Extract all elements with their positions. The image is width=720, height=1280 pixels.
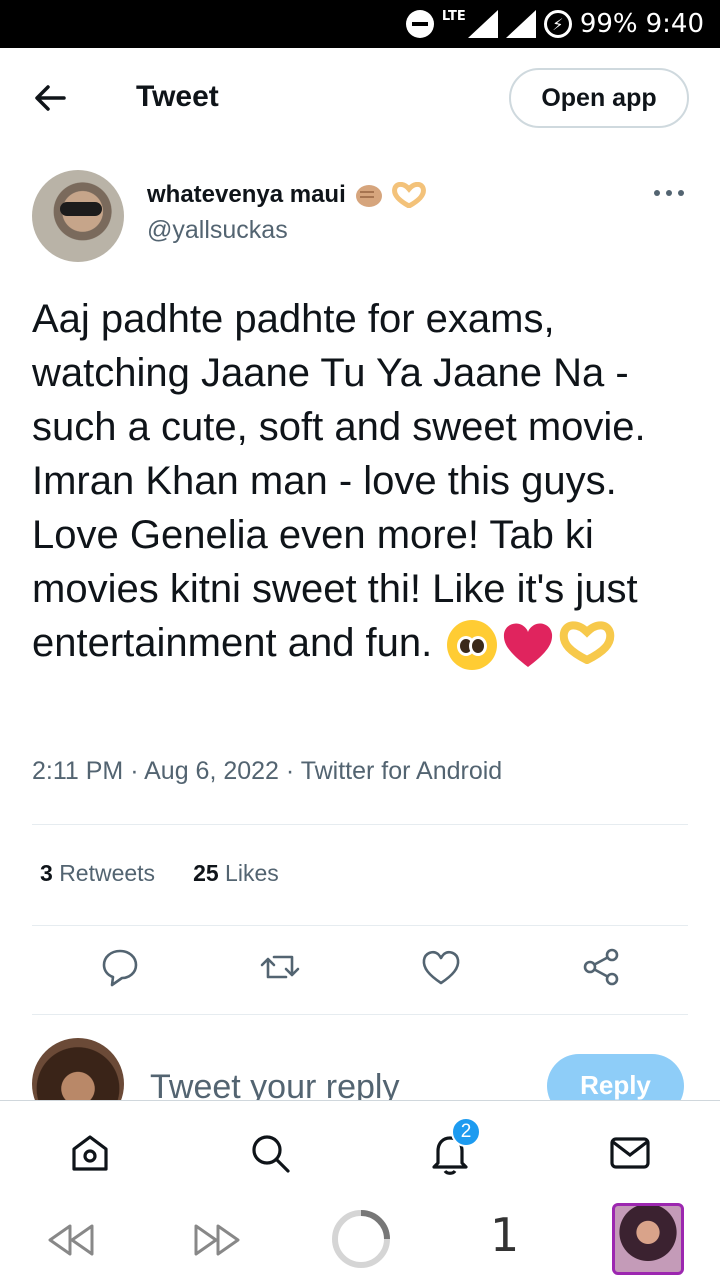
loading-spinner-icon: [332, 1210, 390, 1268]
meta-separator: ·: [285, 757, 295, 785]
battery-saver-icon: ⚡: [543, 10, 572, 38]
signal-icon-2: [505, 10, 536, 38]
retweet-icon: [260, 955, 300, 979]
more-options-button[interactable]: [654, 178, 686, 208]
author-handle: @yallsuckas: [147, 216, 288, 244]
tab-count[interactable]: 1: [490, 1208, 519, 1262]
back-arrow-icon: [35, 85, 66, 111]
like-icon: [422, 950, 460, 985]
pleading-face-emoji: [447, 620, 498, 671]
search-icon: [252, 1135, 290, 1173]
tweet-text: Aaj padhte padhte for exams, watching Ja…: [32, 292, 692, 671]
author-avatar[interactable]: [32, 170, 124, 262]
back-button[interactable]: [30, 78, 70, 118]
divider: [32, 824, 688, 825]
reload-button[interactable]: [330, 1208, 392, 1275]
author-name-row[interactable]: whatevenya maui: [147, 180, 426, 210]
likes-stat[interactable]: 25 Likes: [193, 860, 279, 887]
top-header: Tweet Open app: [0, 48, 720, 148]
clock: 9:40: [645, 9, 704, 39]
tweet-body: Aaj padhte padhte for exams, watching Ja…: [32, 297, 646, 665]
open-app-button[interactable]: Open app: [509, 68, 689, 128]
reply-button[interactable]: [98, 945, 142, 989]
bottom-navigation: [0, 1101, 720, 1201]
share-icon: [583, 948, 619, 986]
browser-back-button[interactable]: [46, 1218, 98, 1267]
tweet-stats: 3 Retweets 25 Likes: [40, 860, 279, 887]
battery-level: 99%: [579, 9, 638, 39]
heart-hands-emoji: [560, 621, 615, 665]
tweet-source[interactable]: Twitter for Android: [301, 757, 502, 785]
tweet-actions: [0, 945, 720, 995]
home-icon: [72, 1135, 108, 1171]
do-not-disturb-icon: [405, 10, 434, 38]
divider: [32, 1014, 688, 1015]
messages-icon: [610, 1137, 650, 1169]
profile-thumbnail[interactable]: [612, 1203, 684, 1275]
share-button[interactable]: [580, 945, 624, 989]
tweet-time: 2:11 PM: [32, 757, 124, 785]
like-button[interactable]: [419, 945, 463, 989]
fast-forward-icon: [194, 1224, 240, 1256]
heart-hands-emoji: [391, 182, 426, 208]
notification-badge: 2: [451, 1117, 481, 1147]
retweet-button[interactable]: [258, 945, 302, 989]
retweets-stat[interactable]: 3 Retweets: [40, 860, 155, 887]
nav-messages[interactable]: [606, 1129, 654, 1177]
nav-home[interactable]: [66, 1129, 114, 1177]
reply-icon: [102, 949, 138, 987]
fist-bump-emoji: [355, 185, 382, 207]
rewind-icon: [48, 1224, 94, 1256]
signal-icon: [467, 10, 498, 38]
nav-search[interactable]: [246, 1129, 294, 1177]
network-type: LTE: [441, 8, 466, 24]
meta-separator: ·: [130, 757, 139, 785]
author-name: whatevenya maui: [147, 181, 346, 208]
red-heart-emoji: [504, 623, 553, 668]
divider: [32, 925, 688, 926]
browser-forward-button[interactable]: [190, 1218, 242, 1267]
tweet-date: Aug 6, 2022: [144, 757, 279, 785]
page-title: Tweet: [136, 80, 219, 113]
status-bar: LTE ⚡ 99% 9:40: [0, 0, 720, 48]
tweet-meta: 2:11 PM · Aug 6, 2022 · Twitter for Andr…: [32, 757, 502, 786]
tweet-emojis: [447, 620, 615, 671]
